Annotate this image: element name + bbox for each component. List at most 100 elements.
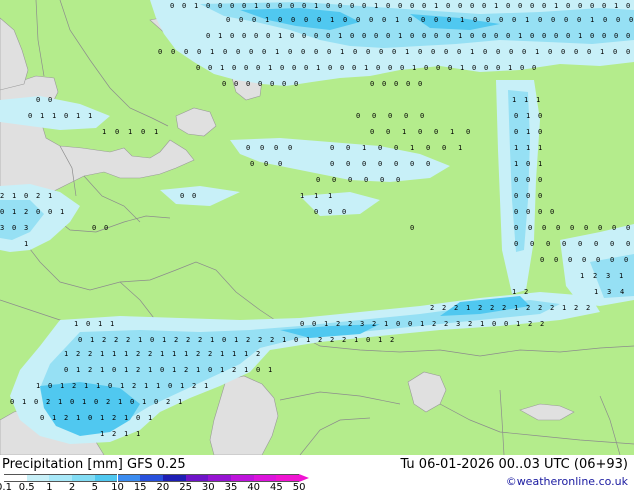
grid-value: 0 bbox=[594, 240, 598, 248]
grid-value: 1 bbox=[244, 366, 248, 374]
scale-tick-label: 20 bbox=[156, 482, 170, 493]
grid-value: 2 bbox=[64, 414, 68, 422]
grid-value: 0 bbox=[356, 16, 360, 24]
grid-value: 0 bbox=[444, 48, 448, 56]
grid-value: 0 bbox=[264, 160, 268, 168]
grid-value: 1 bbox=[314, 192, 318, 200]
grid-value: 0 bbox=[340, 64, 344, 72]
grid-value: 0 bbox=[314, 208, 318, 216]
grid-value: 0 bbox=[28, 112, 32, 120]
grid-value: 1 bbox=[278, 32, 282, 40]
grid-value: 0 bbox=[239, 16, 243, 24]
scale-swatch bbox=[185, 474, 209, 482]
grid-value: 0 bbox=[447, 16, 451, 24]
grid-value: 2 bbox=[336, 320, 340, 328]
grid-value: 0 bbox=[420, 112, 424, 120]
grid-value: 0 bbox=[328, 64, 332, 72]
grid-value: 1 bbox=[220, 350, 224, 358]
grid-value: 1 bbox=[466, 304, 470, 312]
grid-value: 0 bbox=[526, 192, 530, 200]
grid-value: 1 bbox=[98, 320, 102, 328]
grid-value: 1 bbox=[76, 366, 80, 374]
grid-value: 0 bbox=[514, 224, 518, 232]
grid-value: 0 bbox=[422, 2, 426, 10]
grid-value: 0 bbox=[434, 32, 438, 40]
grid-value: 2 bbox=[208, 350, 212, 358]
grid-value: 2 bbox=[442, 304, 446, 312]
grid-value: 0 bbox=[370, 128, 374, 136]
grid-value: 0 bbox=[394, 160, 398, 168]
grid-value: 0 bbox=[34, 398, 38, 406]
grid-value: 0 bbox=[598, 224, 602, 232]
grid-value: 1 bbox=[120, 382, 124, 390]
grid-value: 2 bbox=[198, 336, 202, 344]
grid-value: 1 bbox=[362, 144, 366, 152]
grid-value: 0 bbox=[540, 256, 544, 264]
grid-value: 0 bbox=[382, 80, 386, 88]
grid-value: 0 bbox=[612, 224, 616, 232]
grid-value: 0 bbox=[352, 64, 356, 72]
grid-value: 2 bbox=[490, 304, 494, 312]
grid-value: 2 bbox=[192, 382, 196, 390]
grid-value: 0 bbox=[304, 16, 308, 24]
grid-value: 1 bbox=[374, 2, 378, 10]
grid-value: 0 bbox=[356, 112, 360, 120]
grid-value: 0 bbox=[602, 2, 606, 10]
grid-value: 1 bbox=[338, 32, 342, 40]
grid-value: 0 bbox=[168, 382, 172, 390]
grid-value: 2 bbox=[430, 304, 434, 312]
grid-value: 0 bbox=[426, 160, 430, 168]
grid-value: 1 bbox=[96, 382, 100, 390]
grid-value: 1 bbox=[268, 64, 272, 72]
grid-value: 0 bbox=[270, 80, 274, 88]
grid-value: 1 bbox=[74, 320, 78, 328]
grid-value: 0 bbox=[104, 224, 108, 232]
grid-value: 2 bbox=[258, 336, 262, 344]
grid-value: 1 bbox=[316, 64, 320, 72]
grid-value: 0 bbox=[514, 128, 518, 136]
grid-value: 0 bbox=[266, 2, 270, 10]
grid-value: 2 bbox=[586, 304, 590, 312]
grid-value: 0 bbox=[86, 320, 90, 328]
grid-value: 0 bbox=[330, 144, 334, 152]
grid-value: 0 bbox=[610, 240, 614, 248]
grid-value: 0 bbox=[568, 256, 572, 264]
grid-value: 0 bbox=[421, 16, 425, 24]
grid-value: 0 bbox=[242, 32, 246, 40]
grid-value: 0 bbox=[406, 80, 410, 88]
grid-value: 1 bbox=[364, 64, 368, 72]
grid-value: 1 bbox=[405, 48, 409, 56]
grid-value: 0 bbox=[408, 320, 412, 328]
grid-value: 1 bbox=[58, 398, 62, 406]
grid-value: 1 bbox=[154, 128, 158, 136]
grid-value: 0 bbox=[470, 32, 474, 40]
grid-value: 1 bbox=[524, 96, 528, 104]
grid-value: 1 bbox=[458, 32, 462, 40]
grid-value: 1 bbox=[110, 320, 114, 328]
grid-value: 1 bbox=[384, 320, 388, 328]
grid-value: 0 bbox=[332, 176, 336, 184]
grid-value: 0 bbox=[108, 382, 112, 390]
credit-link[interactable]: ©weatheronline.co.uk bbox=[506, 475, 628, 488]
grid-value: 1 bbox=[300, 192, 304, 200]
grid-value: 2 bbox=[593, 272, 597, 280]
grid-value: 0 bbox=[561, 48, 565, 56]
grid-value: 0 bbox=[494, 32, 498, 40]
grid-value: 1 bbox=[600, 48, 604, 56]
grid-value: 2 bbox=[468, 320, 472, 328]
grid-value: 0 bbox=[578, 240, 582, 248]
grid-value: 1 bbox=[128, 128, 132, 136]
grid-value: 0 bbox=[518, 2, 522, 10]
grid-value: 0 bbox=[574, 48, 578, 56]
grid-value: 0 bbox=[282, 80, 286, 88]
scale-swatch bbox=[4, 474, 27, 482]
grid-value: 0 bbox=[170, 2, 174, 10]
grid-value: 0 bbox=[626, 32, 630, 40]
grid-value: 0 bbox=[291, 16, 295, 24]
grid-value: 0 bbox=[526, 176, 530, 184]
grid-value: 2 bbox=[432, 320, 436, 328]
grid-value: 1 bbox=[458, 144, 462, 152]
grid-value: 1 bbox=[398, 32, 402, 40]
grid-value: 0 bbox=[353, 48, 357, 56]
grid-value: 0 bbox=[542, 32, 546, 40]
